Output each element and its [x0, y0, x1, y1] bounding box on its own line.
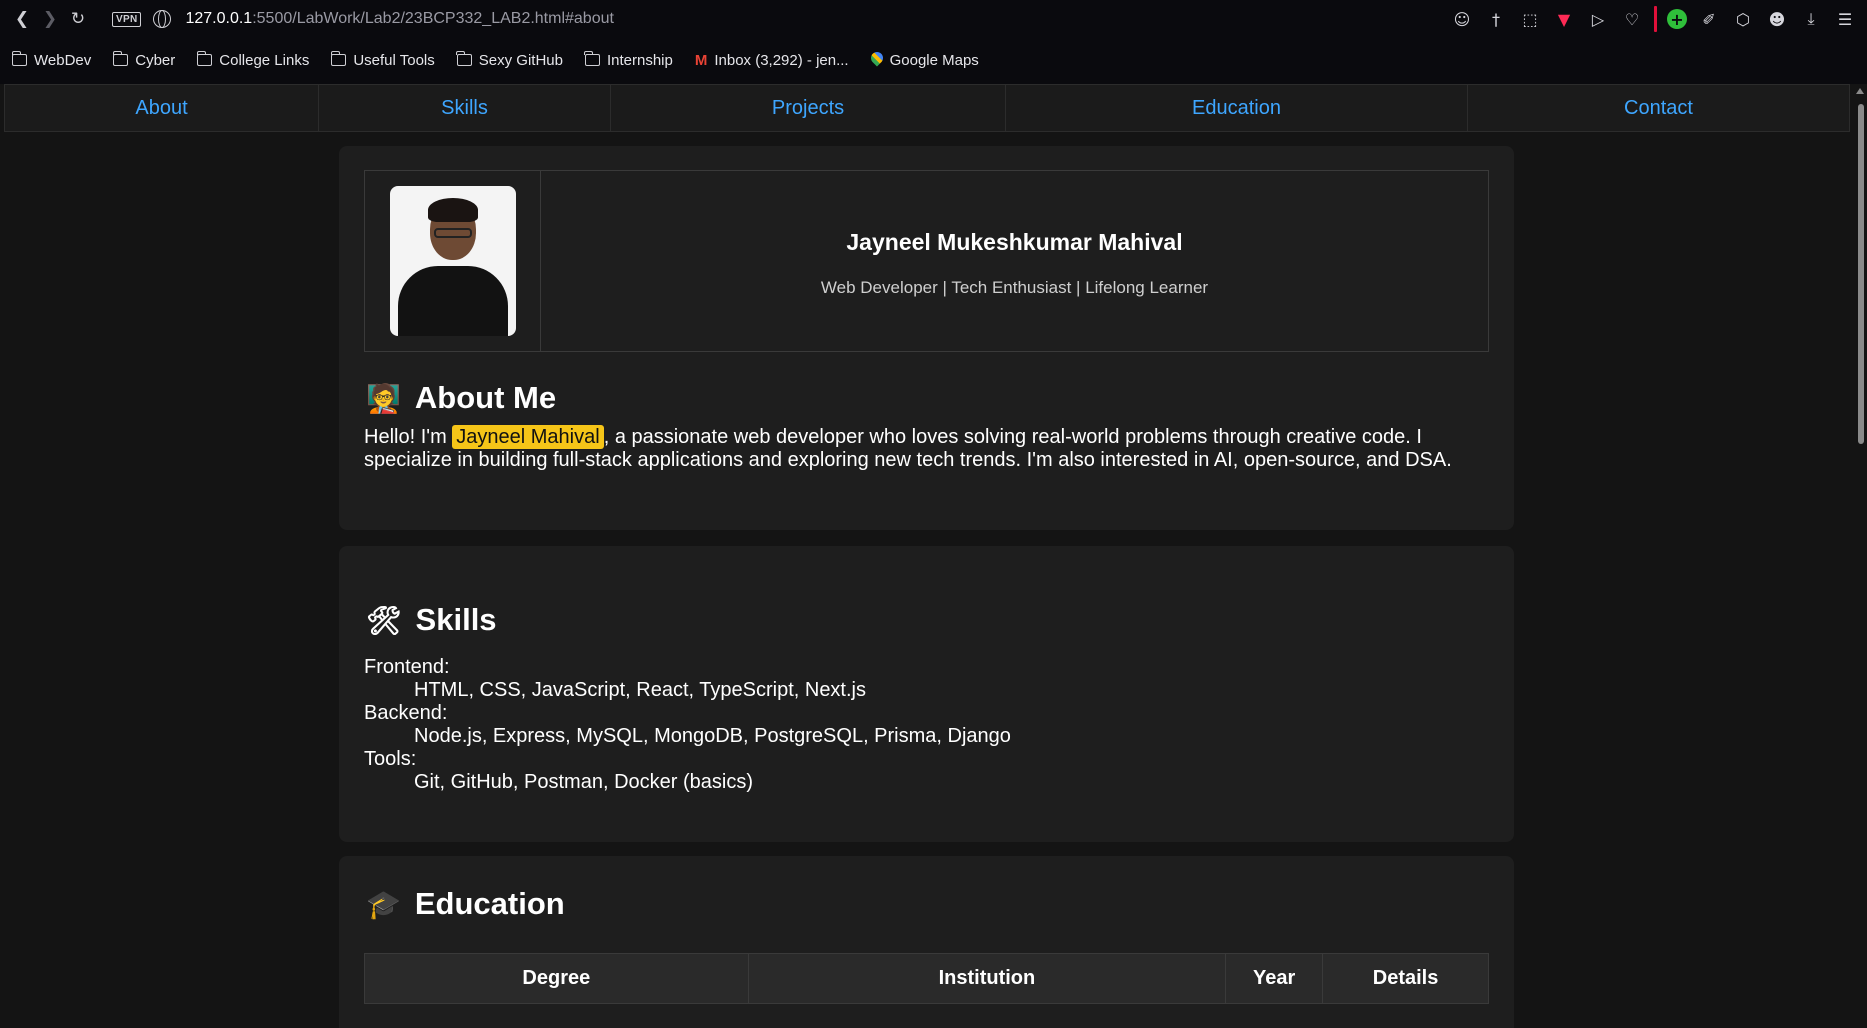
reload-icon[interactable]: ↻: [64, 5, 92, 33]
table-header-row: Degree Institution Year Details: [364, 953, 1489, 1004]
profile-card: Jayneel Mukeshkumar Mahival Web Develope…: [364, 170, 1489, 352]
url-field[interactable]: 127.0.0.1:5500/LabWork/Lab2/23BCP332_LAB…: [185, 10, 613, 28]
address-bar-row: ❮ ❯ ↻ VPN 127.0.0.1:5500/LabWork/Lab2/23…: [0, 0, 1867, 38]
about-paragraph: Hello! I'm Jayneel Mahival, a passionate…: [364, 425, 1484, 472]
toolbar-icons: ☺ † ⬚ ▼ ▷ ♡ + ✐ ⬡ ☻ ⤓ ☰: [1450, 6, 1857, 32]
folder-icon: [196, 51, 213, 66]
vpn-badge[interactable]: VPN: [112, 11, 142, 27]
bookmarks-bar: WebDev Cyber College Links Useful Tools …: [0, 46, 979, 74]
bookmark-label: Google Maps: [889, 51, 979, 69]
about-intro: Hello! I'm: [364, 426, 453, 448]
bookmark-label: Inbox (3,292) - jen...: [714, 51, 849, 69]
column-header: Institution: [747, 953, 1227, 1004]
profile-info: Jayneel Mukeshkumar Mahival Web Develope…: [541, 171, 1488, 351]
about-section: Jayneel Mukeshkumar Mahival Web Develope…: [339, 146, 1514, 530]
bookmark-label: Internship: [606, 51, 673, 69]
folder-icon: [112, 51, 129, 66]
bookmark-internship[interactable]: Internship: [584, 51, 673, 69]
back-icon[interactable]: ❮: [8, 5, 36, 33]
skill-items: Node.js, Express, MySQL, MongoDB, Postgr…: [414, 725, 1011, 747]
education-heading-text: Education: [414, 886, 565, 921]
extensions-icon[interactable]: ⬡: [1731, 7, 1755, 31]
eyedropper-icon[interactable]: ✐: [1697, 7, 1721, 31]
profile-tagline: Web Developer | Tech Enthusiast | Lifelo…: [820, 277, 1209, 297]
bookmark-label: Cyber: [135, 51, 176, 69]
name-highlight: Jayneel Mahival: [452, 425, 604, 449]
education-table: Degree Institution Year Details: [364, 953, 1489, 1004]
bookmark-sexy-github[interactable]: Sexy GitHub: [456, 51, 563, 69]
gmail-icon: M: [694, 51, 708, 69]
scroll-up-icon[interactable]: [1856, 88, 1864, 94]
scrollbar-thumb[interactable]: [1858, 104, 1864, 444]
pin-icon[interactable]: †: [1484, 7, 1508, 31]
forward-icon[interactable]: ❯: [36, 5, 64, 33]
add-extension-icon[interactable]: +: [1667, 9, 1687, 29]
profile-photo: [389, 186, 516, 336]
skills-heading-text: Skills: [415, 602, 497, 637]
bookmark-label: WebDev: [34, 51, 92, 69]
bookmark-webdev[interactable]: WebDev: [11, 51, 92, 69]
url-path: :5500/LabWork/Lab2/23BCP332_LAB2.html#ab…: [252, 10, 614, 27]
send-icon[interactable]: ▷: [1586, 7, 1610, 31]
nav-skills[interactable]: Skills: [319, 85, 611, 131]
bookmark-google-maps[interactable]: Google Maps: [871, 52, 979, 69]
toolbar-separator: [1654, 6, 1657, 32]
heart-icon[interactable]: ♡: [1620, 7, 1644, 31]
bookmark-cyber[interactable]: Cyber: [112, 51, 176, 69]
skill-term: Frontend:: [364, 656, 450, 678]
bookmark-label: Sexy GitHub: [478, 51, 563, 69]
url-host: 127.0.0.1: [185, 10, 253, 27]
folder-icon: [330, 51, 347, 66]
bookmark-inbox[interactable]: M Inbox (3,292) - jen...: [695, 52, 849, 69]
skill-term: Backend:: [364, 702, 448, 724]
photo-cell: [365, 171, 541, 351]
nav-about[interactable]: About: [5, 85, 319, 131]
skills-section: 🛠 Skills Frontend: HTML, CSS, JavaScript,…: [339, 546, 1514, 842]
site-nav: About Skills Projects Education Contact: [4, 84, 1850, 132]
column-header: Degree: [364, 953, 749, 1004]
download-icon[interactable]: ⤓: [1799, 7, 1823, 31]
column-header: Details: [1322, 953, 1489, 1004]
profile-icon[interactable]: ☻: [1765, 7, 1789, 31]
about-heading: 🧑‍🏫 About Me: [366, 380, 556, 416]
page-scrollbar[interactable]: [1853, 84, 1867, 1028]
skill-items: HTML, CSS, JavaScript, React, TypeScript…: [414, 679, 866, 701]
nav-contact[interactable]: Contact: [1468, 85, 1849, 131]
menu-icon[interactable]: ☰: [1833, 7, 1857, 31]
page-viewport: About Skills Projects Education Contact …: [0, 84, 1867, 1028]
education-heading: 🎓 Education: [366, 886, 565, 922]
screenshot-icon[interactable]: ⬚: [1518, 7, 1542, 31]
bookmark-label: College Links: [219, 51, 310, 69]
tools-emoji-icon: 🛠: [366, 603, 402, 637]
site-info-icon[interactable]: [153, 10, 172, 28]
nav-projects[interactable]: Projects: [611, 85, 1006, 131]
folder-icon: [584, 51, 600, 66]
maps-pin-icon: [871, 52, 883, 68]
folder-icon: [11, 51, 27, 66]
teacher-emoji-icon: 🧑‍🏫: [366, 381, 401, 415]
skill-items: Git, GitHub, Postman, Docker (basics): [414, 771, 753, 793]
column-header: Year: [1225, 953, 1324, 1004]
bookmark-college-links[interactable]: College Links: [196, 51, 310, 69]
folder-icon: [456, 51, 472, 66]
skills-heading: 🛠 Skills: [366, 602, 497, 638]
skills-list: Frontend: HTML, CSS, JavaScript, React, …: [364, 656, 1011, 794]
pocket-icon[interactable]: ▼: [1552, 7, 1576, 31]
emoji-icon[interactable]: ☺: [1450, 7, 1474, 31]
bookmark-label: Useful Tools: [353, 51, 435, 69]
graduation-cap-icon: 🎓: [366, 887, 401, 921]
bookmark-useful-tools[interactable]: Useful Tools: [330, 51, 435, 69]
about-heading-text: About Me: [414, 380, 557, 415]
profile-name: Jayneel Mukeshkumar Mahival: [846, 228, 1183, 255]
nav-education[interactable]: Education: [1006, 85, 1468, 131]
education-section: 🎓 Education Degree Institution Year Detai…: [339, 856, 1514, 1028]
browser-chrome: ❮ ❯ ↻ VPN 127.0.0.1:5500/LabWork/Lab2/23…: [0, 0, 1867, 84]
skill-term: Tools:: [364, 748, 417, 770]
